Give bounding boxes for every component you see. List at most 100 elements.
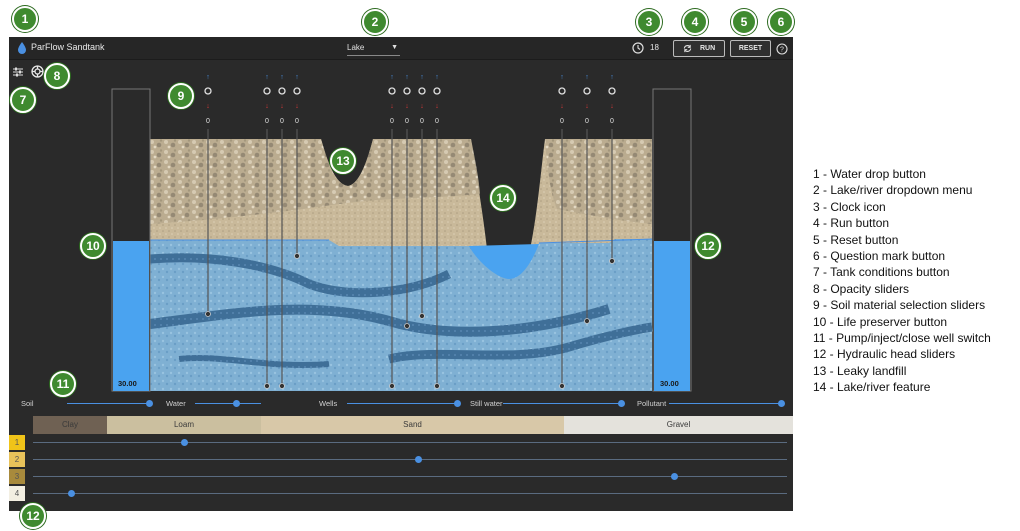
layer-number: 4 bbox=[9, 486, 25, 501]
opacity-slider-knob[interactable] bbox=[778, 400, 785, 407]
inject-arrow-icon[interactable]: ↓ bbox=[295, 103, 299, 110]
close-well-icon[interactable] bbox=[403, 87, 411, 95]
opacity-label-3: Wells bbox=[319, 399, 338, 408]
well-value: 0 bbox=[560, 118, 564, 125]
layer-number: 2 bbox=[9, 452, 25, 467]
question-mark-icon: ? bbox=[776, 43, 788, 55]
inject-arrow-icon[interactable]: ↓ bbox=[265, 103, 269, 110]
annotation-marker: 8 bbox=[44, 63, 70, 89]
layer-slider-track[interactable] bbox=[33, 459, 787, 460]
well-screen bbox=[419, 313, 425, 319]
inject-arrow-icon[interactable]: ↓ bbox=[420, 103, 424, 110]
opacity-track[interactable] bbox=[669, 403, 781, 404]
inject-arrow-icon[interactable]: ↓ bbox=[390, 103, 394, 110]
water-drop-icon[interactable] bbox=[17, 42, 27, 54]
inject-arrow-icon[interactable]: ↓ bbox=[585, 103, 589, 110]
soil-loam[interactable]: Loam bbox=[107, 416, 261, 434]
annotation-marker: 2 bbox=[362, 9, 388, 35]
opacity-label-5: Pollutant bbox=[637, 399, 667, 408]
close-well-icon[interactable] bbox=[433, 87, 441, 95]
well-screen bbox=[279, 383, 285, 389]
legend-item: 8 - Opacity sliders bbox=[813, 281, 910, 296]
close-well-icon[interactable] bbox=[608, 87, 616, 95]
left-hydraulic-head-slider[interactable] bbox=[113, 241, 149, 391]
opacity-track[interactable] bbox=[67, 403, 149, 404]
legend-item: 3 - Clock icon bbox=[813, 199, 886, 214]
legend-item: 6 - Question mark button bbox=[813, 249, 946, 264]
close-well-icon[interactable] bbox=[388, 87, 396, 95]
inject-arrow-icon[interactable]: ↓ bbox=[280, 103, 284, 110]
inject-arrow-icon[interactable]: ↓ bbox=[560, 103, 564, 110]
legend: 1 - Water drop button 2 - Lake/river dro… bbox=[813, 166, 1018, 396]
pump-arrow-icon[interactable]: ↑ bbox=[435, 74, 439, 81]
layer-slider-knob[interactable] bbox=[670, 473, 678, 480]
opacity-label-1: Soil bbox=[21, 399, 34, 408]
dropdown-value: Lake bbox=[347, 43, 365, 52]
inject-arrow-icon[interactable]: ↓ bbox=[405, 103, 409, 110]
layer-slider-knob[interactable] bbox=[180, 439, 188, 446]
layer-slider-track[interactable] bbox=[33, 493, 787, 494]
legend-item: 13 - Leaky landfill bbox=[813, 363, 907, 378]
legend-item: 5 - Reset button bbox=[813, 232, 899, 247]
close-well-icon[interactable] bbox=[263, 87, 271, 95]
close-well-icon[interactable] bbox=[583, 87, 591, 95]
opacity-track[interactable] bbox=[347, 403, 457, 404]
pump-arrow-icon[interactable]: ↑ bbox=[585, 74, 589, 81]
soil-gravel[interactable]: Gravel bbox=[564, 416, 793, 434]
well-screen bbox=[559, 383, 565, 389]
annotation-marker: 11 bbox=[50, 371, 76, 397]
opacity-track[interactable] bbox=[503, 403, 621, 404]
inject-arrow-icon[interactable]: ↓ bbox=[610, 103, 614, 110]
legend-item: 11 - Pump/inject/close well switch bbox=[813, 331, 991, 346]
right-hydraulic-head-slider[interactable] bbox=[654, 241, 690, 391]
pump-arrow-icon[interactable]: ↑ bbox=[280, 74, 284, 81]
layer-slider-knob[interactable] bbox=[67, 490, 75, 497]
soil-material-bar: Clay Loam Sand Gravel bbox=[33, 416, 793, 434]
pump-arrow-icon[interactable]: ↑ bbox=[610, 74, 614, 81]
well-value: 0 bbox=[390, 118, 394, 125]
clock-icon bbox=[632, 42, 644, 54]
layer-slider-track[interactable] bbox=[33, 442, 787, 443]
layer-number: 1 bbox=[9, 435, 25, 450]
close-well-icon[interactable] bbox=[418, 87, 426, 95]
soil-sand-label: Sand bbox=[403, 420, 422, 429]
help-button[interactable]: ? bbox=[776, 42, 788, 55]
pump-arrow-icon[interactable]: ↑ bbox=[265, 74, 269, 81]
pump-arrow-icon[interactable]: ↑ bbox=[295, 74, 299, 81]
close-well-icon[interactable] bbox=[293, 87, 301, 95]
lake-river-dropdown[interactable]: Lake ▼ bbox=[347, 40, 400, 56]
close-well-icon[interactable] bbox=[278, 87, 286, 95]
opacity-slider-knob[interactable] bbox=[618, 400, 625, 407]
pump-arrow-icon[interactable]: ↑ bbox=[420, 74, 424, 81]
opacity-slider-knob[interactable] bbox=[146, 400, 153, 407]
app-title: ParFlow Sandtank bbox=[31, 42, 105, 52]
well-screen bbox=[404, 323, 410, 329]
soil-sand[interactable]: Sand bbox=[261, 416, 564, 434]
opacity-track[interactable] bbox=[195, 403, 261, 404]
annotation-marker: 7 bbox=[10, 87, 36, 113]
pump-arrow-icon[interactable]: ↑ bbox=[390, 74, 394, 81]
well-screen bbox=[389, 383, 395, 389]
inject-arrow-icon[interactable]: ↓ bbox=[435, 103, 439, 110]
annotation-marker: 14 bbox=[490, 185, 516, 211]
pump-arrow-icon[interactable]: ↑ bbox=[405, 74, 409, 81]
reset-button[interactable]: RESET bbox=[730, 40, 771, 57]
opacity-slider-knob[interactable] bbox=[232, 400, 240, 407]
well-value: 0 bbox=[585, 118, 589, 125]
pump-arrow-icon[interactable]: ↑ bbox=[206, 74, 210, 81]
opacity-slider-knob[interactable] bbox=[454, 400, 461, 407]
annotation-marker: 5 bbox=[731, 9, 757, 35]
reset-label: RESET bbox=[738, 45, 763, 52]
soil-clay-label: Clay bbox=[61, 420, 78, 429]
legend-item: 2 - Lake/river dropdown menu bbox=[813, 183, 973, 198]
soil-clay[interactable]: Clay bbox=[33, 416, 107, 434]
inject-arrow-icon[interactable]: ↓ bbox=[206, 103, 210, 110]
close-well-icon[interactable] bbox=[558, 87, 566, 95]
layer-slider-knob[interactable] bbox=[414, 456, 422, 463]
pump-arrow-icon[interactable]: ↑ bbox=[560, 74, 564, 81]
annotation-marker: 6 bbox=[768, 9, 794, 35]
run-button[interactable]: RUN bbox=[673, 40, 725, 57]
caret-down-icon: ▼ bbox=[391, 44, 398, 51]
well-screen bbox=[434, 383, 440, 389]
close-well-icon[interactable] bbox=[204, 87, 212, 95]
